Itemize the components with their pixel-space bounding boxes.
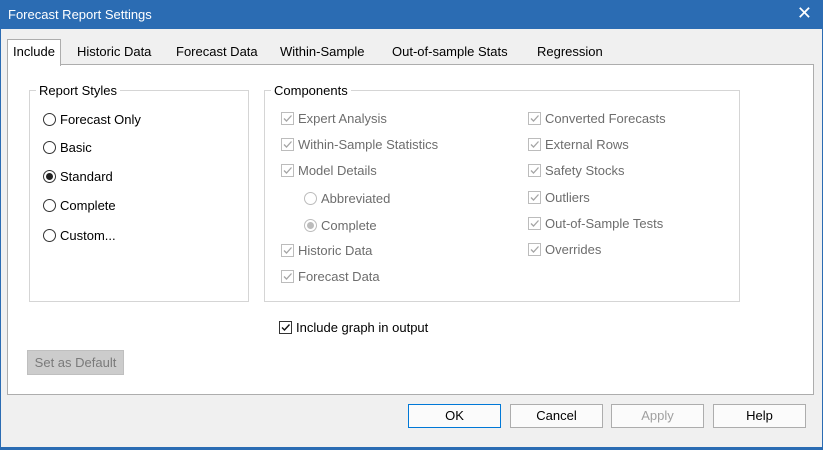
close-icon[interactable]: ✕ xyxy=(797,3,812,24)
set-as-default-button[interactable]: Set as Default xyxy=(27,350,124,375)
check-expert-analysis[interactable]: Expert Analysis xyxy=(281,111,387,126)
checkbox-checked-icon[interactable] xyxy=(281,244,294,257)
radio-label: Abbreviated xyxy=(321,191,391,206)
radio-abbreviated[interactable]: Abbreviated xyxy=(304,191,390,206)
tab-pane-include: Report Styles Forecast Only Basic Standa… xyxy=(7,64,814,395)
check-include-graph[interactable]: Include graph in output xyxy=(279,320,428,335)
check-out-of-sample-tests[interactable]: Out-of-Sample Tests xyxy=(528,216,663,231)
checkbox-label: Expert Analysis xyxy=(298,111,387,126)
report-styles-legend: Report Styles xyxy=(39,83,118,98)
checkbox-label: External Rows xyxy=(545,137,629,152)
radio-circle-selected[interactable] xyxy=(304,219,317,232)
radio-custom[interactable]: Custom... xyxy=(43,228,116,243)
checkbox-label: Safety Stocks xyxy=(545,163,625,178)
checkbox-checked-icon[interactable] xyxy=(528,138,541,151)
checkbox-label: Historic Data xyxy=(298,243,373,258)
tab-include[interactable]: Include xyxy=(7,39,61,66)
title-bar[interactable]: Forecast Report Settings ✕ xyxy=(1,1,822,29)
checkbox-label: Include graph in output xyxy=(296,320,429,335)
checkbox-checked-icon[interactable] xyxy=(281,164,294,177)
radio-label: Forecast Only xyxy=(60,112,141,127)
radio-label: Basic xyxy=(60,140,92,155)
radio-label: Standard xyxy=(60,169,113,184)
help-button[interactable]: Help xyxy=(713,404,806,428)
check-outliers[interactable]: Outliers xyxy=(528,190,590,205)
radio-complete[interactable]: Complete xyxy=(43,198,116,213)
window-title: Forecast Report Settings xyxy=(8,7,152,22)
radio-basic[interactable]: Basic xyxy=(43,140,92,155)
radio-circle-selected[interactable] xyxy=(43,170,56,183)
apply-button[interactable]: Apply xyxy=(611,404,704,428)
radio-circle[interactable] xyxy=(43,199,56,212)
radio-label: Complete xyxy=(60,198,116,213)
checkbox-checked-icon[interactable] xyxy=(528,164,541,177)
checkbox-label: Within-Sample Statistics xyxy=(298,137,439,152)
radio-label: Complete xyxy=(321,218,377,233)
components-legend: Components xyxy=(274,83,348,98)
check-model-details[interactable]: Model Details xyxy=(281,163,377,178)
check-forecast-data[interactable]: Forecast Data xyxy=(281,269,380,284)
checkbox-label: Overrides xyxy=(545,242,602,257)
checkbox-checked-icon[interactable] xyxy=(281,270,294,283)
dialog-window: Forecast Report Settings ✕ Include Histo… xyxy=(0,0,823,450)
radio-forecast-only[interactable]: Forecast Only xyxy=(43,112,141,127)
check-overrides[interactable]: Overrides xyxy=(528,242,601,257)
radio-circle[interactable] xyxy=(43,141,56,154)
check-external-rows[interactable]: External Rows xyxy=(528,137,629,152)
checkbox-label: Outliers xyxy=(545,190,590,205)
check-historic-data[interactable]: Historic Data xyxy=(281,243,372,258)
tab-regression[interactable]: Regression xyxy=(537,40,603,64)
checkbox-checked-icon[interactable] xyxy=(528,112,541,125)
radio-standard[interactable]: Standard xyxy=(43,169,113,184)
radio-circle[interactable] xyxy=(304,192,317,205)
checkbox-checked-icon[interactable] xyxy=(281,138,294,151)
tab-out-of-sample-stats[interactable]: Out-of-sample Stats xyxy=(392,40,508,64)
ok-button[interactable]: OK xyxy=(408,404,501,428)
tab-historic-data[interactable]: Historic Data xyxy=(77,40,151,64)
checkbox-label: Out-of-Sample Tests xyxy=(545,216,664,231)
check-converted-forecasts[interactable]: Converted Forecasts xyxy=(528,111,666,126)
check-safety-stocks[interactable]: Safety Stocks xyxy=(528,163,624,178)
tab-within-sample[interactable]: Within-Sample xyxy=(280,40,365,64)
checkbox-checked-icon[interactable] xyxy=(279,321,292,334)
checkbox-label: Forecast Data xyxy=(298,269,380,284)
radio-circle[interactable] xyxy=(43,229,56,242)
check-within-sample-statistics[interactable]: Within-Sample Statistics xyxy=(281,137,438,152)
cancel-button[interactable]: Cancel xyxy=(510,404,603,428)
checkbox-checked-icon[interactable] xyxy=(281,112,294,125)
tab-forecast-data[interactable]: Forecast Data xyxy=(176,40,258,64)
radio-circle[interactable] xyxy=(43,113,56,126)
checkbox-label: Converted Forecasts xyxy=(545,111,666,126)
radio-label: Custom... xyxy=(60,228,116,243)
checkbox-checked-icon[interactable] xyxy=(528,217,541,230)
radio-model-complete[interactable]: Complete xyxy=(304,218,377,233)
checkbox-checked-icon[interactable] xyxy=(528,191,541,204)
checkbox-label: Model Details xyxy=(298,163,377,178)
checkbox-checked-icon[interactable] xyxy=(528,243,541,256)
